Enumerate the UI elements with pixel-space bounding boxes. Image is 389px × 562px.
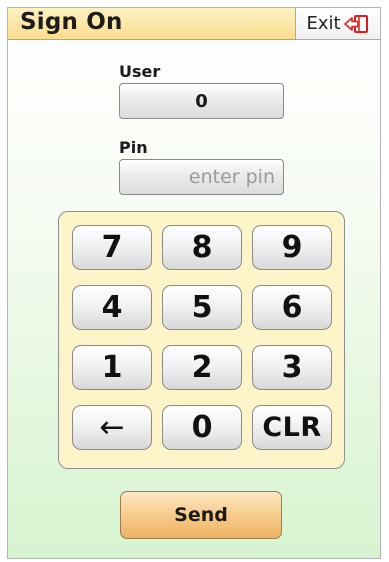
user-label: User — [119, 62, 161, 81]
key-3[interactable]: 3 — [252, 345, 332, 390]
key-9[interactable]: 9 — [252, 225, 332, 270]
title-bar: Sign On Exit — [8, 8, 380, 40]
key-1[interactable]: 1 — [72, 345, 152, 390]
user-field[interactable]: 0 — [119, 83, 284, 119]
exit-icon — [343, 14, 368, 33]
pin-field[interactable] — [119, 159, 284, 195]
key-0[interactable]: 0 — [162, 405, 242, 450]
page-title: Sign On — [20, 9, 123, 35]
exit-button[interactable]: Exit — [295, 8, 380, 39]
pin-input[interactable] — [120, 165, 283, 189]
user-value: 0 — [195, 90, 208, 112]
numeric-keypad: 7 8 9 4 5 6 1 2 3 ← 0 CLR — [58, 211, 345, 469]
clear-key[interactable]: CLR — [252, 405, 332, 450]
pin-label: Pin — [119, 138, 148, 157]
key-8[interactable]: 8 — [162, 225, 242, 270]
backspace-key[interactable]: ← — [72, 405, 152, 450]
key-2[interactable]: 2 — [162, 345, 242, 390]
sign-on-window: Sign On Exit User 0 Pin 7 8 9 4 5 6 1 2 … — [7, 7, 381, 559]
send-button[interactable]: Send — [120, 491, 282, 539]
key-7[interactable]: 7 — [72, 225, 152, 270]
key-5[interactable]: 5 — [162, 285, 242, 330]
key-4[interactable]: 4 — [72, 285, 152, 330]
key-6[interactable]: 6 — [252, 285, 332, 330]
exit-label: Exit — [306, 13, 341, 34]
